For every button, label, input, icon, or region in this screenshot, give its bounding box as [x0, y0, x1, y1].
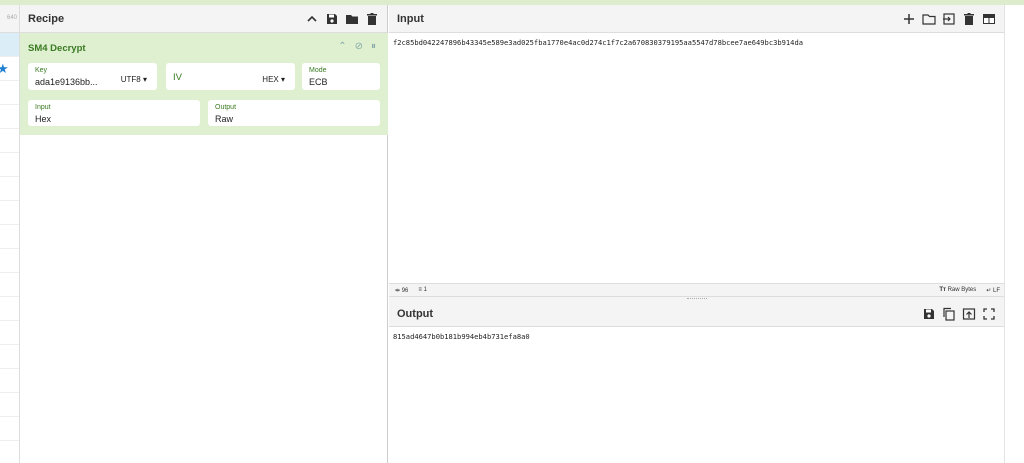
- operation-title: SM4 Decrypt: [28, 43, 86, 54]
- input-textarea[interactable]: f2c85bd042247896b43345e589e3ad025fba1770…: [389, 33, 1004, 283]
- operation-item[interactable]: [0, 81, 19, 105]
- char-encoding-button[interactable]: Tт Raw Bytes: [939, 287, 976, 294]
- disable-icon[interactable]: ⊘: [355, 41, 363, 52]
- chevron-up-icon[interactable]: ⌃: [338, 41, 346, 52]
- operation-item[interactable]: [0, 105, 19, 129]
- input-format-value: Hex: [35, 114, 52, 124]
- folder-icon[interactable]: [345, 12, 359, 26]
- copy-icon[interactable]: [942, 307, 956, 321]
- save-icon[interactable]: [325, 12, 339, 26]
- operations-count: 640: [6, 15, 17, 21]
- operation-item[interactable]: ★: [0, 57, 19, 81]
- output-format-label: Output: [215, 104, 237, 111]
- iv-encoding-dropdown[interactable]: HEX ▾: [262, 75, 285, 84]
- trash-icon[interactable]: [962, 12, 976, 26]
- operation-item[interactable]: [0, 201, 19, 225]
- chevron-up-icon[interactable]: [305, 12, 319, 26]
- key-field[interactable]: Key ada1e9136bb... UTF8 ▾: [28, 63, 157, 90]
- output-header: Output: [389, 301, 1004, 327]
- recipe-panel: Recipe SM4 Decrypt ⌃ ⊘ ⏸ Key ada1e9136bb…: [20, 5, 388, 463]
- mode-value: ECB: [309, 77, 328, 87]
- operation-item[interactable]: [0, 369, 19, 393]
- open-folder-icon[interactable]: [922, 12, 936, 26]
- save-icon[interactable]: [922, 307, 936, 321]
- app-window: 640 ★ Recipe SM4 Decrypt: [0, 0, 1024, 463]
- key-label: Key: [35, 67, 48, 74]
- key-value[interactable]: ada1e9136bb...: [35, 77, 98, 87]
- length-indicator: ⇹ 96: [395, 288, 409, 294]
- plus-icon[interactable]: [902, 12, 916, 26]
- recipe-header: Recipe: [20, 5, 387, 33]
- lines-indicator: ≡ 1: [418, 287, 427, 293]
- operation-item[interactable]: [0, 273, 19, 297]
- operation-item[interactable]: [0, 177, 19, 201]
- input-format-label: Input: [35, 104, 51, 111]
- input-status-bar: ⇹ 96 ≡ 1 Tт Raw Bytes ↵ LF: [389, 283, 1004, 297]
- window-scrollbar[interactable]: [1004, 5, 1024, 463]
- input-title: Input: [397, 12, 424, 25]
- trash-icon[interactable]: [365, 12, 379, 26]
- operation-item[interactable]: [0, 249, 19, 273]
- key-encoding-dropdown[interactable]: UTF8 ▾: [121, 75, 147, 84]
- operations-header: 640: [0, 5, 19, 33]
- iv-label: IV: [173, 72, 182, 83]
- operation-item[interactable]: [0, 297, 19, 321]
- layout-icon[interactable]: [982, 12, 996, 26]
- operation-item[interactable]: [0, 129, 19, 153]
- mode-label: Mode: [309, 67, 327, 74]
- output-panel: Output 815ad4647b0b181b994eb4b731efa8a0: [389, 301, 1004, 463]
- input-panel: Input f2c85bd042247896b43345e589e3ad025f…: [389, 5, 1004, 297]
- output-format-value: Raw: [215, 114, 234, 124]
- output-title: Output: [397, 307, 434, 320]
- operation-item[interactable]: [0, 417, 19, 441]
- maximise-icon[interactable]: [982, 307, 996, 321]
- operation-item[interactable]: [0, 321, 19, 345]
- operation-item[interactable]: [0, 225, 19, 249]
- favourite-star-icon[interactable]: ★: [0, 61, 9, 77]
- operation-item[interactable]: [0, 33, 19, 57]
- input-format-select[interactable]: Input Hex: [28, 100, 200, 126]
- eol-button[interactable]: ↵ LF: [986, 287, 1000, 294]
- operations-panel: 640 ★: [0, 5, 20, 463]
- operation-item[interactable]: [0, 393, 19, 417]
- operation-item[interactable]: [0, 345, 19, 369]
- output-text[interactable]: 815ad4647b0b181b994eb4b731efa8a0: [389, 327, 1004, 463]
- recipe-title: Recipe: [28, 12, 65, 25]
- iv-field[interactable]: IV HEX ▾: [166, 63, 295, 90]
- replace-input-icon[interactable]: [962, 307, 976, 321]
- operation-item[interactable]: [0, 153, 19, 177]
- pause-icon[interactable]: ⏸: [371, 41, 376, 52]
- import-file-icon[interactable]: [942, 12, 956, 26]
- mode-select[interactable]: Mode ECB: [302, 63, 380, 90]
- input-header: Input: [389, 5, 1004, 33]
- operation-sm4-decrypt: SM4 Decrypt ⌃ ⊘ ⏸ Key ada1e9136bb... UTF…: [20, 33, 388, 135]
- output-format-select[interactable]: Output Raw: [208, 100, 380, 126]
